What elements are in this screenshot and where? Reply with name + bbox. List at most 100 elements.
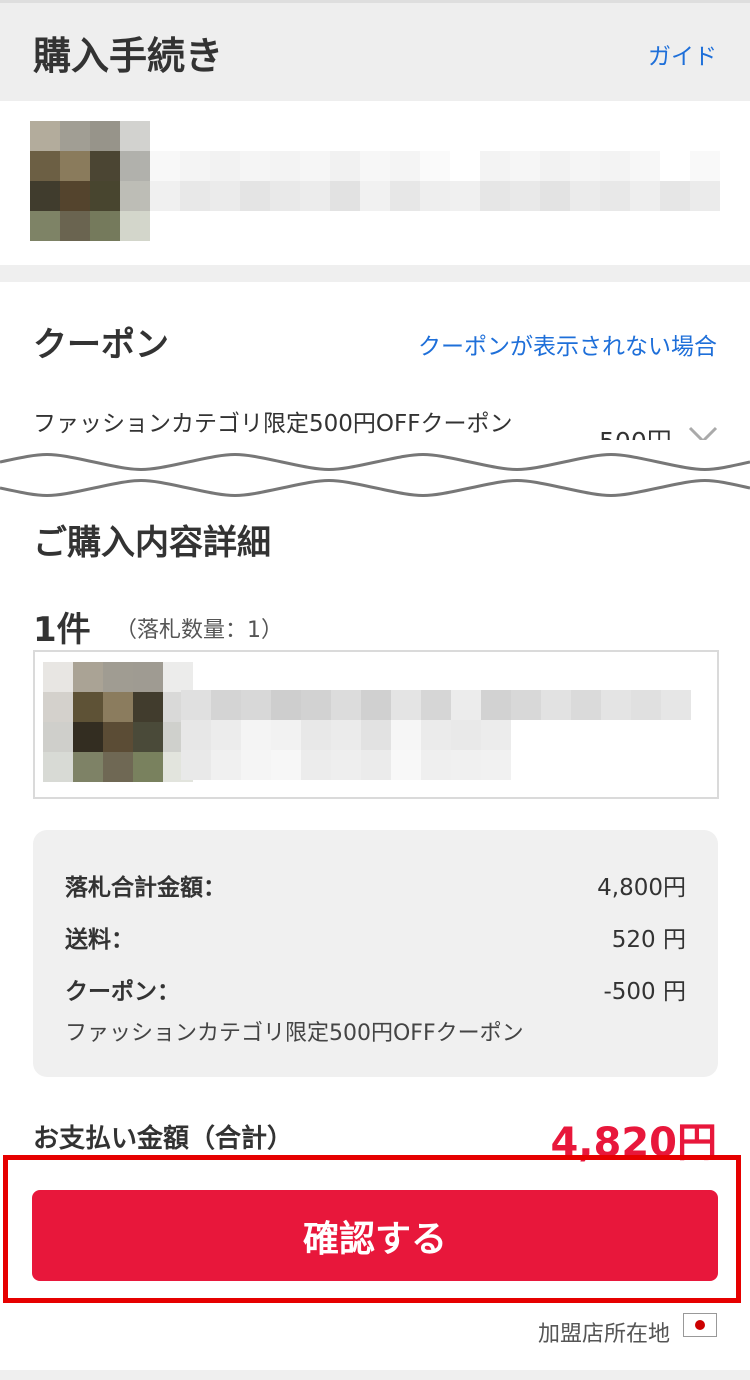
mosaic-cell [511, 690, 541, 720]
mosaic-cell [600, 181, 630, 211]
mosaic-cell [481, 720, 511, 750]
mosaic-cell [30, 181, 60, 211]
mosaic-cell [391, 750, 421, 780]
mosaic-cell [73, 662, 103, 692]
mosaic-cell [571, 750, 601, 780]
mosaic-cell [511, 720, 541, 750]
mosaic-cell [181, 720, 211, 750]
mosaic-cell [450, 151, 480, 181]
coupon-section-title: クーポン [33, 325, 169, 365]
mosaic-cell [73, 722, 103, 752]
mosaic-cell [300, 181, 330, 211]
mosaic-cell [120, 151, 150, 181]
mosaic-cell [240, 151, 270, 181]
mosaic-cell [571, 690, 601, 720]
coupon-missing-link[interactable]: クーポンが表示されない場合 [418, 327, 717, 361]
mosaic-cell [661, 750, 691, 780]
mosaic-cell [451, 720, 481, 750]
total-label: お支払い金額（合計） [33, 1124, 294, 1154]
summary-label: クーポン： [65, 979, 180, 1005]
mosaic-cell [570, 181, 600, 211]
mosaic-cell [361, 690, 391, 720]
item-thumbnail [30, 121, 150, 241]
mosaic-cell [360, 181, 390, 211]
mosaic-cell [630, 181, 660, 211]
mosaic-cell [210, 151, 240, 181]
item-summary-section [0, 101, 750, 265]
mosaic-cell [631, 720, 661, 750]
mosaic-cell [103, 662, 133, 692]
summary-label: 落札合計金額： [65, 875, 226, 901]
mosaic-cell [30, 151, 60, 181]
mosaic-cell [241, 720, 271, 750]
mosaic-cell [331, 720, 361, 750]
mosaic-cell [73, 752, 103, 782]
mosaic-cell [630, 151, 660, 181]
bid-quantity-note: （落札数量：1） [115, 618, 283, 643]
mosaic-cell [271, 750, 301, 780]
mosaic-cell [133, 752, 163, 782]
mosaic-cell [150, 151, 180, 181]
page-title: 購入手続き [33, 34, 224, 78]
omission-wave-divider [0, 453, 750, 497]
mosaic-cell [180, 181, 210, 211]
mosaic-cell [43, 752, 73, 782]
mosaic-cell [570, 151, 600, 181]
mosaic-cell [271, 720, 301, 750]
item-card [33, 650, 719, 799]
mosaic-cell [211, 720, 241, 750]
summary-coupon-note: ファッションカテゴリ限定500円OFFクーポン [65, 1021, 524, 1046]
mosaic-cell [420, 181, 450, 211]
page-header: 購入手続き ガイド [0, 3, 750, 101]
mosaic-cell [90, 211, 120, 241]
mosaic-cell [541, 750, 571, 780]
mosaic-cell [301, 750, 331, 780]
mosaic-cell [43, 662, 73, 692]
mosaic-cell [60, 181, 90, 211]
mosaic-cell [241, 690, 271, 720]
mosaic-cell [301, 690, 331, 720]
mosaic-cell [480, 181, 510, 211]
mosaic-cell [510, 151, 540, 181]
mosaic-cell [540, 181, 570, 211]
mosaic-cell [690, 181, 720, 211]
item-title-blurred [150, 151, 720, 211]
mosaic-cell [480, 151, 510, 181]
mosaic-cell [43, 692, 73, 722]
mosaic-cell [270, 151, 300, 181]
item-title-blurred [181, 690, 691, 780]
mosaic-cell [631, 750, 661, 780]
summary-value: -500 円 [603, 979, 686, 1005]
mosaic-cell [390, 181, 420, 211]
mosaic-cell [420, 151, 450, 181]
mosaic-cell [43, 722, 73, 752]
mosaic-cell [451, 690, 481, 720]
mosaic-cell [120, 121, 150, 151]
merchant-location-label: 加盟店所在地 [537, 1322, 670, 1347]
mosaic-cell [391, 720, 421, 750]
mosaic-cell [120, 211, 150, 241]
mosaic-cell [163, 662, 193, 692]
mosaic-cell [181, 690, 211, 720]
mosaic-cell [450, 181, 480, 211]
summary-label: 送料： [65, 927, 134, 953]
mosaic-cell [90, 151, 120, 181]
mosaic-cell [300, 151, 330, 181]
mosaic-cell [150, 181, 180, 211]
mosaic-cell [73, 692, 103, 722]
mosaic-cell [211, 750, 241, 780]
guide-link[interactable]: ガイド [648, 37, 717, 71]
mosaic-cell [90, 181, 120, 211]
mosaic-cell [660, 151, 690, 181]
confirm-button[interactable]: 確認する [32, 1190, 718, 1281]
mosaic-cell [241, 750, 271, 780]
mosaic-cell [133, 722, 163, 752]
mosaic-cell [133, 662, 163, 692]
mosaic-cell [103, 722, 133, 752]
purchase-details-title: ご購入内容詳細 [33, 523, 271, 563]
mosaic-cell [661, 720, 691, 750]
mosaic-cell [60, 211, 90, 241]
mosaic-cell [601, 720, 631, 750]
mosaic-cell [571, 720, 601, 750]
mosaic-cell [103, 692, 133, 722]
